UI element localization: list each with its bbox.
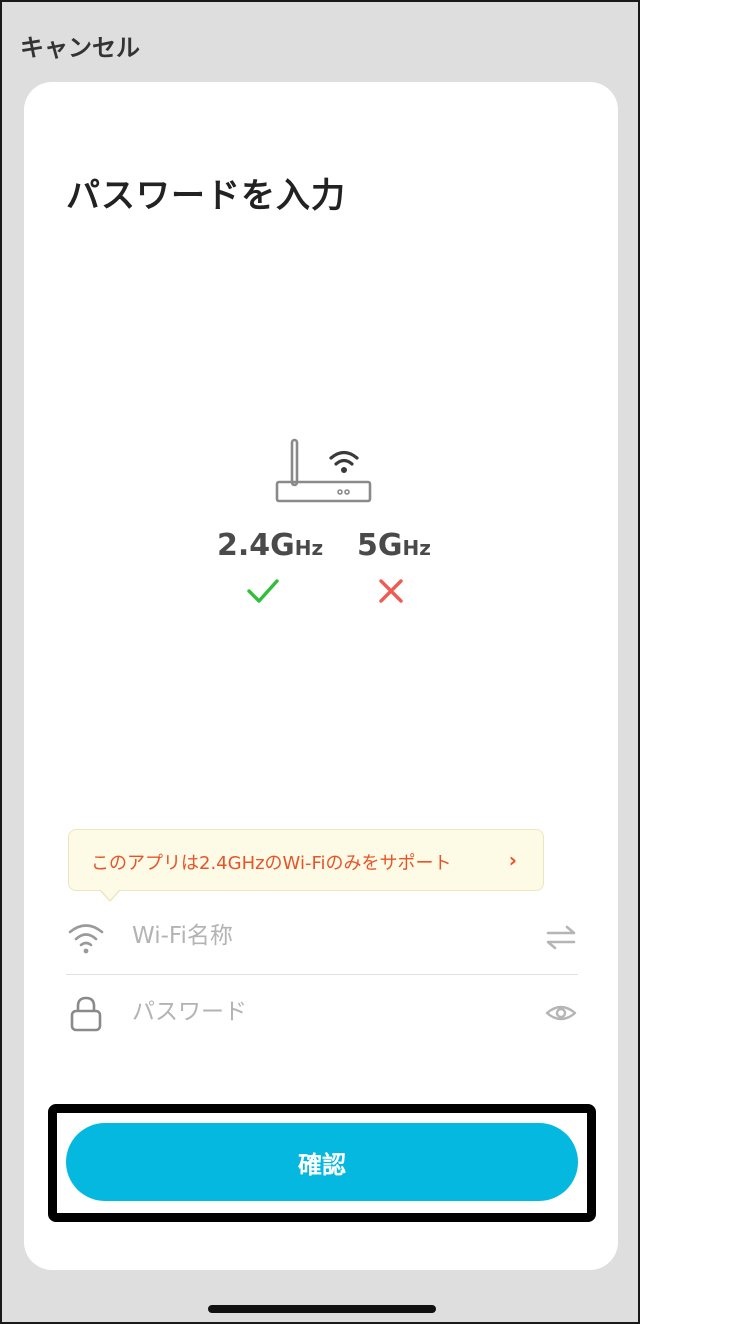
confirm-button[interactable]: 確認 [66, 1123, 578, 1201]
lock-icon [70, 996, 102, 1032]
password-input[interactable] [132, 990, 512, 1034]
close-icon [379, 579, 403, 603]
support-tip-text: このアプリは2.4GHzのWi-Fiのみをサポート [91, 853, 452, 874]
eye-icon[interactable] [544, 998, 578, 1028]
chevron-right-icon: › [508, 848, 517, 872]
band-2-4ghz-unit-g: G [270, 528, 295, 563]
router-wifi-icon [275, 438, 372, 503]
page-title: パスワードを入力 [66, 176, 346, 216]
band-5ghz-unit-hz: Hz [402, 536, 431, 560]
band-5ghz-value: 5 [357, 528, 378, 563]
wifi-icon [68, 924, 104, 954]
home-indicator[interactable] [208, 1305, 436, 1313]
support-tip[interactable]: このアプリは2.4GHzのWi-Fiのみをサポート › [68, 829, 544, 902]
check-icon [247, 579, 279, 603]
cancel-button[interactable]: キャンセル [20, 28, 140, 63]
password-card: パスワードを入力 2.4GHz 5GHz このアプリは2.4GHzのWi-Fiの… [24, 82, 618, 1270]
band-2-4ghz-unit-hz: Hz [294, 536, 324, 560]
band-2-4ghz-value: 2.4 [217, 528, 271, 563]
tip-pointer [101, 890, 119, 900]
phone-screen: キャンセル パスワードを入力 2.4GHz 5GHz このアプリは2.4GHzの… [0, 0, 640, 1324]
band-2-4ghz-label: 2.4GHz [217, 528, 323, 563]
swap-arrows-icon[interactable] [544, 922, 578, 952]
wifi-name-field [66, 900, 578, 974]
password-field [66, 976, 578, 1050]
wifi-name-input[interactable] [132, 914, 512, 958]
band-5ghz-label: 5GHz [357, 528, 431, 563]
field-divider [66, 974, 578, 975]
band-5ghz-unit-g: G [377, 528, 403, 563]
